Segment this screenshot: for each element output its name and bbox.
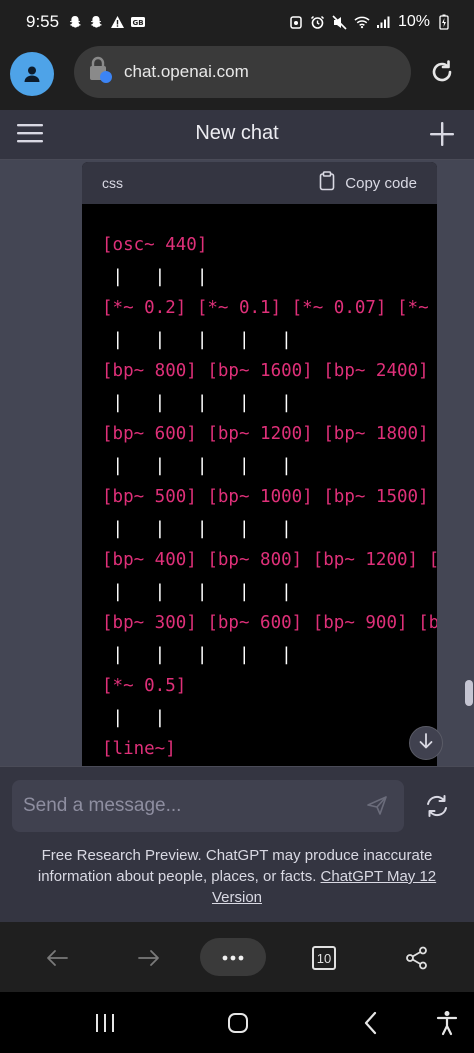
battery-percent: 10%: [397, 13, 430, 30]
composer: Send a message... Free Research Preview.…: [0, 766, 474, 922]
scrollbar-thumb[interactable]: [465, 680, 473, 706]
code-node-line: [bp~ 600] [bp~ 1200] [bp~ 1800] [bp~ 240…: [102, 424, 429, 444]
code-node-line: [*~ 0.5]: [102, 676, 187, 696]
disclaimer: Free Research Preview. ChatGPT may produ…: [20, 845, 454, 908]
page-title: New chat: [195, 122, 279, 144]
snapchat-icon: [67, 14, 83, 30]
home-icon[interactable]: [223, 1008, 253, 1038]
scroll-to-bottom-button[interactable]: [409, 726, 443, 760]
wifi-icon: [354, 14, 370, 30]
code-language: css: [102, 175, 123, 191]
status-time: 9:55: [26, 12, 60, 31]
status-right: 10%: [288, 13, 452, 31]
arrow-down-icon: [418, 732, 434, 755]
warning-icon: [109, 14, 125, 30]
status-bar: 9:55 GB 10%: [0, 0, 474, 44]
tabs-button[interactable]: 10: [306, 940, 342, 976]
code-node-line: [bp~ 800] [bp~ 1600] [bp~ 2400] [bp~ 320…: [102, 361, 429, 381]
share-icon[interactable]: [399, 940, 435, 976]
forward-arrow-icon[interactable]: [131, 940, 167, 976]
url-text: chat.openai.com: [124, 62, 249, 81]
message-input[interactable]: Send a message...: [12, 780, 404, 832]
reload-icon[interactable]: [422, 52, 462, 92]
svg-text:GB: GB: [133, 19, 144, 27]
code-connector-line: | | | | |: [102, 518, 292, 539]
code-connector-line: | | | | |: [102, 392, 292, 413]
code-connector-line: | | | | |: [102, 455, 292, 476]
chat-area: css Copy code [osc~ 440] | | | [*~ 0.2] […: [0, 160, 474, 766]
code-node-line: [line~]: [102, 739, 176, 759]
app-header: New chat: [0, 110, 474, 160]
signal-icon: [376, 14, 392, 30]
snapchat-icon: [88, 14, 104, 30]
code-content: [osc~ 440] | | | [*~ 0.2] [*~ 0.1] [*~ 0.…: [82, 204, 437, 766]
clipboard-icon: [319, 171, 335, 195]
data-saver-icon: GB: [130, 14, 146, 30]
more-options-button[interactable]: [200, 938, 266, 976]
alarm-clock-icon: [310, 14, 326, 30]
code-node-line: [bp~ 500] [bp~ 1000] [bp~ 1500] [bp~ 200…: [102, 487, 429, 507]
back-icon[interactable]: [356, 1008, 386, 1038]
mute-icon: [332, 14, 348, 30]
profile-icon[interactable]: [10, 52, 54, 96]
code-node-line: [osc~ 440]: [102, 235, 208, 255]
send-icon[interactable]: [366, 794, 390, 818]
code-node-line: [bp~ 300] [bp~ 600] [bp~ 900] [bp~ 1200]: [102, 613, 437, 633]
code-connector-line: | | | | |: [102, 329, 292, 350]
system-nav-bar: [0, 992, 474, 1053]
browser-toolbar: 10: [0, 922, 474, 992]
more-dots-icon: [222, 948, 244, 966]
battery-charging-icon: [436, 14, 452, 30]
regenerate-icon[interactable]: [424, 793, 450, 819]
notification-icons: GB: [67, 14, 146, 30]
site-info-icon[interactable]: [88, 56, 114, 89]
recent-apps-icon[interactable]: [90, 1008, 120, 1038]
code-connector-line: | |: [102, 707, 166, 728]
browser-address-bar: chat.openai.com: [0, 44, 474, 110]
copy-code-button[interactable]: Copy code: [319, 171, 417, 195]
code-block-header: css Copy code: [82, 162, 437, 204]
tab-count: 10: [312, 946, 336, 970]
code-node-line: [bp~ 400] [bp~ 800] [bp~ 1200] [bp~ 1600…: [102, 550, 437, 570]
accessibility-icon[interactable]: [432, 1008, 462, 1038]
code-connector-line: | | | | |: [102, 644, 292, 665]
code-connector-line: | | | | |: [102, 581, 292, 602]
alarm-icon: [288, 14, 304, 30]
message-placeholder: Send a message...: [23, 795, 182, 816]
code-block: css Copy code [osc~ 440] | | | [*~ 0.2] […: [82, 162, 437, 766]
new-chat-icon[interactable]: [428, 120, 456, 148]
code-connector-line: | | |: [102, 266, 208, 287]
url-field[interactable]: chat.openai.com: [74, 46, 411, 98]
code-node-line: [*~ 0.2] [*~ 0.1] [*~ 0.07] [*~ 0.05]: [102, 298, 429, 318]
copy-code-label: Copy code: [345, 174, 417, 192]
back-arrow-icon[interactable]: [39, 940, 75, 976]
